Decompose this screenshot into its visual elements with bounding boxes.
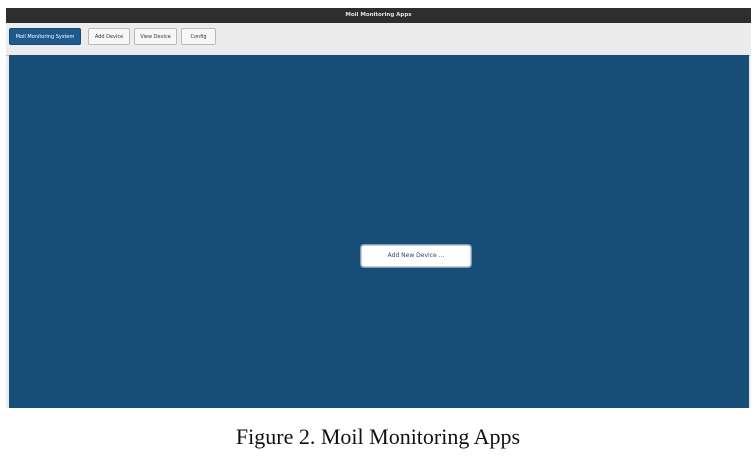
- window-titlebar: Moil Monitoring Apps: [6, 8, 751, 23]
- tab-config[interactable]: Config: [181, 28, 216, 45]
- app-window: Moil Monitoring Apps Moil Monitoring Sys…: [6, 8, 751, 408]
- window-title: Moil Monitoring Apps: [345, 12, 412, 18]
- tab-add-device[interactable]: Add Device: [88, 28, 130, 45]
- main-panel: Add New Device ...: [9, 55, 749, 408]
- toolbar: Moil Monitoring System Add Device View D…: [6, 23, 751, 56]
- add-new-device-button[interactable]: Add New Device ...: [361, 245, 471, 267]
- tab-view-device[interactable]: View Device: [134, 28, 177, 45]
- figure-caption: Figure 2. Moil Monitoring Apps: [235, 424, 521, 449]
- tab-moil-monitoring-system[interactable]: Moil Monitoring System: [9, 28, 81, 45]
